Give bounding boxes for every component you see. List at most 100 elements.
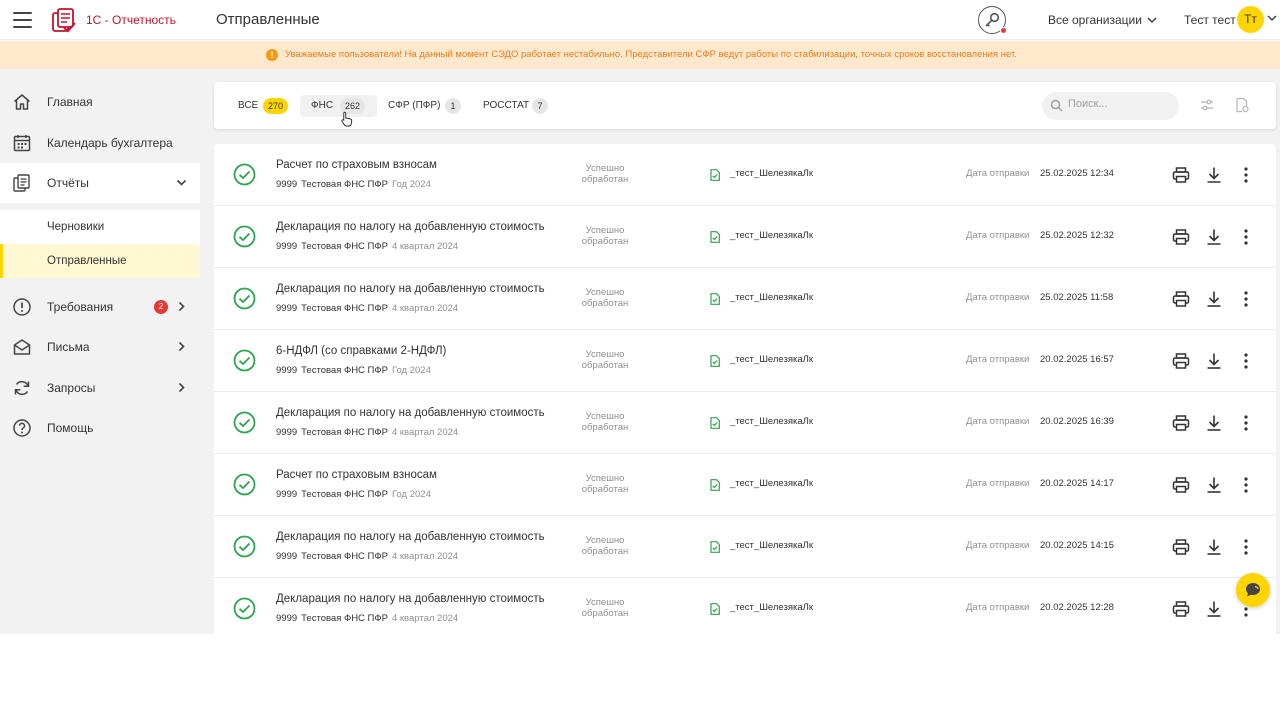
more-options-icon[interactable] xyxy=(1238,166,1254,184)
report-inn: 9999 xyxy=(276,427,298,438)
report-file[interactable]: _тест_ШелезякаЛк xyxy=(730,416,813,427)
report-file[interactable]: _тест_ШелезякаЛк xyxy=(730,168,813,179)
sidebar-item-reports[interactable]: Отчёты xyxy=(0,163,200,203)
report-meta: 9999 Тестовая ФНС ПФР 4 квартал 2024 xyxy=(276,551,458,562)
tab-rosstat[interactable]: РОССТАТ 7 xyxy=(474,95,552,117)
report-title[interactable]: 6-НДФЛ (со справками 2-НДФЛ) xyxy=(276,345,446,357)
chevron-right-icon xyxy=(178,301,185,312)
send-date-value: 20.02.2025 16:39 xyxy=(1040,416,1114,427)
file-check-icon xyxy=(710,416,720,429)
refresh-icon xyxy=(14,380,30,396)
report-status: Успешно обработан xyxy=(566,287,644,309)
report-organization: Тестовая ФНС ПФР xyxy=(301,613,388,624)
tab-fns[interactable]: ФНС 262 xyxy=(300,95,377,117)
send-date-value: 25.02.2025 12:32 xyxy=(1040,230,1114,241)
status-line: Успешно xyxy=(585,597,625,608)
sidebar-item-requirements[interactable]: Требования 2 xyxy=(0,287,200,327)
sidebar-item-letters[interactable]: Письма xyxy=(0,327,200,367)
more-options-icon[interactable] xyxy=(1238,476,1254,494)
tab-sfr[interactable]: СФР (ПФР) 1 xyxy=(380,95,464,117)
report-row[interactable]: Декларация по налогу на добавленную стои… xyxy=(214,578,1276,634)
chevron-down-icon[interactable] xyxy=(1267,15,1277,22)
report-organization: Тестовая ФНС ПФР xyxy=(301,489,388,500)
report-file[interactable]: _тест_ШелезякаЛк xyxy=(730,540,813,551)
document-settings-icon[interactable] xyxy=(1234,97,1250,113)
report-file[interactable]: _тест_ШелезякаЛк xyxy=(730,292,813,303)
search-icon xyxy=(1050,99,1063,112)
sidebar-item-calendar[interactable]: Календарь бухгалтера xyxy=(0,123,200,163)
check-circle-icon xyxy=(233,411,256,434)
file-check-icon xyxy=(710,478,720,491)
more-options-icon[interactable] xyxy=(1238,414,1254,432)
report-row[interactable]: Декларация по налогу на добавленную стои… xyxy=(214,516,1276,578)
report-file[interactable]: _тест_ШелезякаЛк xyxy=(730,354,813,365)
print-icon[interactable] xyxy=(1172,290,1190,308)
support-button[interactable] xyxy=(978,6,1007,34)
logo-icon[interactable] xyxy=(50,6,78,34)
report-row[interactable]: Декларация по налогу на добавленную стои… xyxy=(214,392,1276,454)
send-date-label: Дата отправки xyxy=(966,416,1030,427)
sidebar-item-label: Отчёты xyxy=(47,176,89,190)
report-inn: 9999 xyxy=(276,551,298,562)
report-file[interactable]: _тест_ШелезякаЛк xyxy=(730,478,813,489)
search-input[interactable] xyxy=(1068,98,1168,110)
settings-sliders-icon[interactable] xyxy=(1199,97,1215,113)
report-period: 4 квартал 2024 xyxy=(391,613,459,624)
print-icon[interactable] xyxy=(1172,166,1190,184)
print-icon[interactable] xyxy=(1172,414,1190,432)
user-name[interactable]: Тест тест xyxy=(1184,13,1236,27)
status-line: обработан xyxy=(581,608,629,619)
sidebar-item-queries[interactable]: Запросы xyxy=(0,368,200,408)
report-row[interactable]: Декларация по налогу на добавленную стои… xyxy=(214,206,1276,268)
download-icon[interactable] xyxy=(1205,228,1223,246)
more-options-icon[interactable] xyxy=(1238,228,1254,246)
download-icon[interactable] xyxy=(1205,476,1223,494)
download-icon[interactable] xyxy=(1205,352,1223,370)
report-title[interactable]: Декларация по налогу на добавленную стои… xyxy=(276,407,545,419)
report-file[interactable]: _тест_ШелезякаЛк xyxy=(730,230,813,241)
report-title[interactable]: Декларация по налогу на добавленную стои… xyxy=(276,221,545,233)
more-options-icon[interactable] xyxy=(1238,290,1254,308)
print-icon[interactable] xyxy=(1172,352,1190,370)
report-title[interactable]: Расчет по страховым взносам xyxy=(276,159,437,171)
download-icon[interactable] xyxy=(1205,538,1223,556)
tab-all[interactable]: ВСЕ 270 xyxy=(230,95,292,117)
download-icon[interactable] xyxy=(1205,600,1223,618)
brand-name[interactable]: 1С - Отчетность xyxy=(86,13,176,27)
report-file[interactable]: _тест_ШелезякаЛк xyxy=(730,602,813,613)
report-title[interactable]: Расчет по страховым взносам xyxy=(276,469,437,481)
avatar[interactable]: Тт xyxy=(1237,6,1264,33)
report-period: Год 2024 xyxy=(391,365,431,376)
more-options-icon[interactable] xyxy=(1238,352,1254,370)
report-row[interactable]: 6-НДФЛ (со справками 2-НДФЛ) 9999 Тестовая… xyxy=(214,330,1276,392)
file-check-icon xyxy=(710,354,720,367)
status-line: Успешно xyxy=(585,473,625,484)
report-period: 4 квартал 2024 xyxy=(391,427,459,438)
report-title[interactable]: Декларация по налогу на добавленную стои… xyxy=(276,283,545,295)
chat-button[interactable] xyxy=(1236,573,1270,607)
print-icon[interactable] xyxy=(1172,228,1190,246)
print-icon[interactable] xyxy=(1172,600,1190,618)
report-row[interactable]: Расчет по страховым взносам 9999 Тестовая … xyxy=(214,454,1276,516)
more-options-icon[interactable] xyxy=(1238,538,1254,556)
download-icon[interactable] xyxy=(1205,414,1223,432)
search-field[interactable] xyxy=(1042,92,1179,120)
sidebar-item-help[interactable]: Помощь xyxy=(0,408,200,448)
notice-text: Уважаемые пользователи! На данный момент… xyxy=(285,49,1017,60)
report-row[interactable]: Расчет по страховым взносам 9999 Тестовая … xyxy=(214,144,1276,206)
print-icon[interactable] xyxy=(1172,538,1190,556)
tab-count: 262 xyxy=(340,98,365,114)
report-title[interactable]: Декларация по налогу на добавленную стои… xyxy=(276,531,545,543)
sidebar-item-home[interactable]: Главная xyxy=(0,82,200,122)
status-line: обработан xyxy=(581,484,629,495)
sidebar-subitem-sent[interactable]: Отправленные xyxy=(0,244,200,278)
print-icon[interactable] xyxy=(1172,476,1190,494)
download-icon[interactable] xyxy=(1205,290,1223,308)
sidebar-subitem-drafts[interactable]: Черновики xyxy=(0,210,200,244)
report-row[interactable]: Декларация по налогу на добавленную стои… xyxy=(214,268,1276,330)
download-icon[interactable] xyxy=(1205,166,1223,184)
report-title[interactable]: Декларация по налогу на добавленную стои… xyxy=(276,593,545,605)
menu-icon[interactable] xyxy=(13,12,32,28)
report-period: Год 2024 xyxy=(391,489,431,500)
organizations-dropdown[interactable]: Все организации xyxy=(1048,13,1157,27)
